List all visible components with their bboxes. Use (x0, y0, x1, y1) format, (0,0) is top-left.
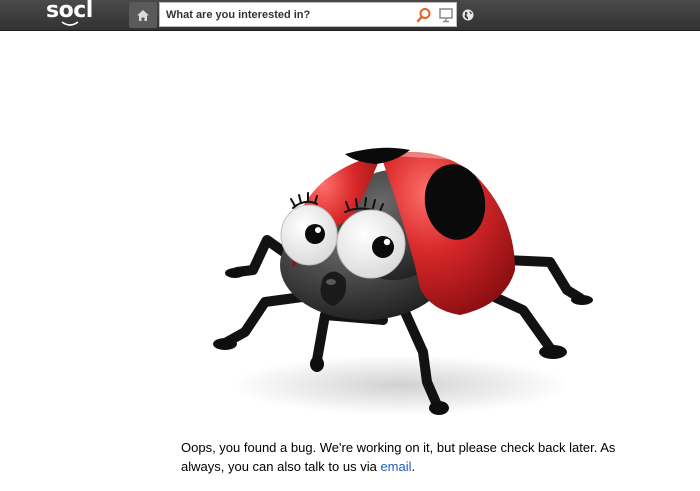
error-text-end: . (411, 459, 416, 474)
logo-smile-mark (61, 21, 79, 26)
home-button[interactable] (129, 2, 157, 28)
globe-icon (462, 9, 474, 21)
search-icon[interactable] (416, 7, 432, 23)
top-navigation-bar: socl (0, 0, 700, 31)
email-link[interactable]: email (380, 459, 411, 474)
socl-logo[interactable]: socl (44, 0, 100, 30)
search-input[interactable] (166, 6, 402, 24)
presentation-icon[interactable] (438, 7, 454, 23)
ladybug-illustration (213, 147, 593, 415)
search-box (159, 2, 457, 27)
globe-button[interactable] (459, 4, 477, 26)
home-icon (137, 9, 149, 21)
error-message: Oops, you found a bug. We're working on … (181, 438, 641, 476)
